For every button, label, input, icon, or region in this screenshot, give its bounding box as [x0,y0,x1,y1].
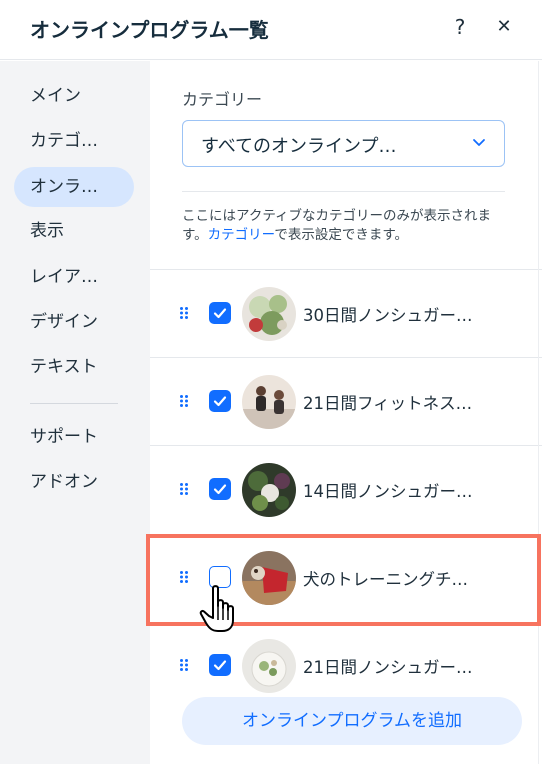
sidebar-item-design[interactable]: デザイン [14,302,134,342]
sidebar-item-addons[interactable]: アドオン [14,462,134,502]
vegetables-thumbnail [242,463,296,517]
program-title: 21日間フィットネス… [303,394,473,413]
program-checkbox[interactable] [209,566,231,588]
program-title: 21日間ノンシュガー… [303,658,473,677]
panel-header: オンラインプログラム一覧 ? ✕ [0,0,542,60]
program-title: 30日間ノンシュガー… [303,306,473,325]
categories-link[interactable]: カテゴリー [208,227,275,243]
divider [182,191,505,192]
salad-thumbnail [242,287,296,341]
sidebar-item-main[interactable]: メイン [14,76,134,116]
sidebar-divider [30,403,118,404]
sidebar-item-display[interactable]: 表示 [14,211,134,251]
note-text-suffix: で表示設定できます。 [274,227,409,243]
drag-handle-icon[interactable] [179,482,189,496]
scrollbar-track[interactable] [538,61,539,764]
main-panel: カテゴリー すべてのオンラインプ… ここにはアクティブなカテゴリーのみが表示され… [150,61,542,764]
program-title: 犬のトレーニングチ… [303,570,468,589]
sidebar-item-text[interactable]: テキスト [14,347,134,387]
sidebar-item-support[interactable]: サポート [14,417,134,457]
drag-handle-icon[interactable] [179,394,189,408]
program-row: 犬のトレーニングチ… [150,534,542,622]
program-title: 14日間ノンシュガー… [303,482,473,501]
close-button[interactable]: ✕ [492,14,516,40]
fitness-thumbnail [242,375,296,429]
dog-thumbnail [242,551,296,605]
program-checkbox[interactable] [209,654,231,676]
sidebar-item-online-programs[interactable]: オンラ… [14,167,134,207]
plate-thumbnail [242,639,296,693]
program-row: 14日間ノンシュガー… [150,446,542,534]
sidebar-item-layout[interactable]: レイア… [14,257,134,297]
category-note: ここにはアクティブなカテゴリーのみが表示されます。カテゴリーで表示設定できます。 [182,207,512,245]
add-online-program-button[interactable]: オンラインプログラムを追加 [182,697,522,745]
category-select-value: すべてのオンラインプ… [201,136,397,157]
sidebar-item-categories[interactable]: カテゴ… [14,121,134,161]
panel-title: オンラインプログラム一覧 [30,18,269,42]
drag-handle-icon[interactable] [179,570,189,584]
program-checkbox[interactable] [209,302,231,324]
category-select[interactable]: すべてのオンラインプ… [182,120,505,167]
program-checkbox[interactable] [209,390,231,412]
program-row: 21日間フィットネス… [150,358,542,446]
drag-handle-icon[interactable] [179,306,189,320]
category-label: カテゴリー [182,90,263,109]
drag-handle-icon[interactable] [179,658,189,672]
program-checkbox[interactable] [209,478,231,500]
help-button[interactable]: ? [448,14,472,40]
program-row: 30日間ノンシュガー… [150,270,542,358]
chevron-down-icon [473,139,485,146]
sidebar-nav: メイン カテゴ… オンラ… 表示 レイア… デザイン テキスト サポート アドオ… [0,61,150,764]
